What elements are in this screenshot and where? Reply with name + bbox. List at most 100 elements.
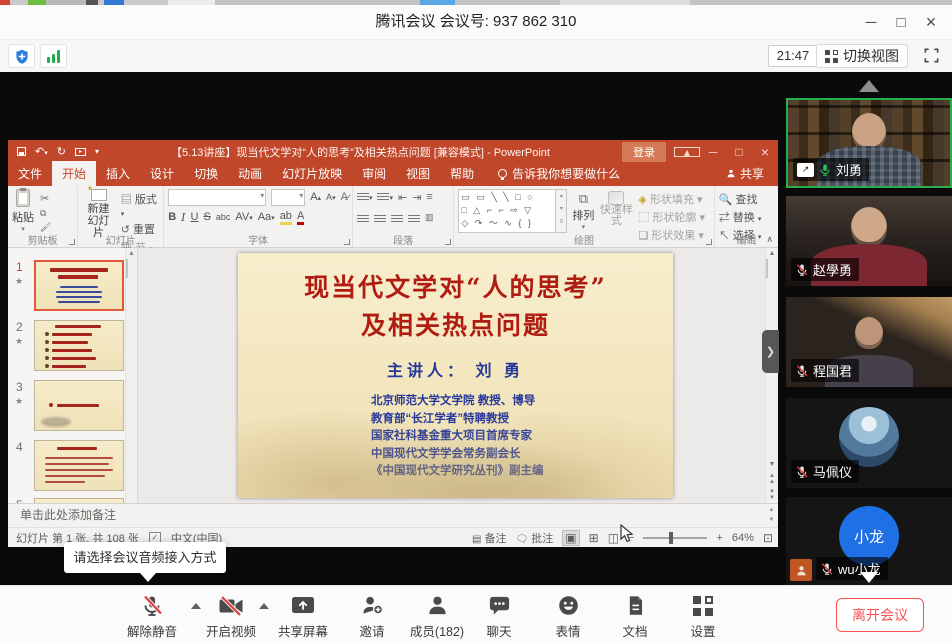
tab-help[interactable]: 帮助	[440, 161, 484, 186]
columns-icon[interactable]: ▥	[425, 212, 434, 223]
bullets-icon[interactable]: ▾	[357, 191, 373, 203]
ppt-close-button[interactable]: ×	[752, 144, 778, 160]
undo-icon[interactable]: ↶▾	[35, 145, 48, 158]
unmute-button[interactable]: 解除静音	[117, 593, 187, 640]
drawing-dialog-launcher[interactable]	[706, 239, 712, 245]
tab-home[interactable]: 开始	[52, 161, 96, 186]
scroll-down-icon[interactable]	[860, 572, 878, 583]
align-right-icon[interactable]	[391, 213, 403, 222]
notes-toggle[interactable]: ▤ 备注	[472, 530, 507, 546]
highlight-icon[interactable]: ab	[280, 210, 292, 225]
share-screen-button[interactable]: 共享屏幕	[268, 593, 338, 640]
redo-icon[interactable]: ↻	[57, 145, 66, 158]
maximize-button[interactable]: □	[886, 14, 916, 31]
paragraph-dialog-launcher[interactable]	[445, 239, 451, 245]
comments-toggle[interactable]: 🗨 批注	[516, 530, 554, 546]
collapse-ribbon-icon[interactable]: ∧	[766, 234, 773, 245]
underline-icon[interactable]: U	[191, 211, 199, 223]
font-name-combobox[interactable]	[168, 189, 266, 206]
notes-pane[interactable]: 单击此处添加备注 ▲▼	[8, 503, 778, 527]
notes-scrollbar[interactable]: ▲▼	[765, 505, 778, 525]
align-left-icon[interactable]	[357, 213, 369, 222]
tab-transitions[interactable]: 切换	[184, 161, 228, 186]
bold-icon[interactable]: B	[168, 211, 176, 223]
tab-design[interactable]: 设计	[140, 161, 184, 186]
font-color-icon[interactable]: A	[297, 210, 304, 225]
ribbon-display-options-icon[interactable]: ▴	[674, 147, 700, 157]
ppt-minimize-button[interactable]: ─	[700, 145, 726, 159]
strikethrough-icon[interactable]: S	[203, 211, 210, 223]
settings-button[interactable]: 设置	[668, 593, 738, 640]
participant-tile-zhaoxueyong[interactable]: 赵學勇	[786, 196, 952, 286]
invite-button[interactable]: 邀请	[337, 593, 407, 640]
scrollbar-thumb[interactable]	[766, 259, 768, 278]
participant-tile-liuyong[interactable]: ↗ 刘勇	[786, 98, 952, 188]
shape-fill-button[interactable]: ◈ 形状填充 ▾	[638, 191, 705, 207]
cut-icon[interactable]: ✂	[40, 192, 51, 205]
chat-button[interactable]: 聊天	[464, 593, 534, 640]
participant-tile-chengguojun[interactable]: 程国君	[786, 297, 952, 387]
next-slide-button[interactable]: ▼▼	[766, 487, 778, 503]
grow-font-icon[interactable]: A▴	[310, 191, 321, 203]
clear-formatting-icon[interactable]: A̷	[341, 191, 348, 203]
copy-icon[interactable]: ⧉	[40, 208, 51, 219]
normal-view-button[interactable]: ▣	[562, 530, 579, 546]
slide-canvas[interactable]: 现当代文学对“人的思考” 及相关热点问题 主讲人： 刘 勇 北京师范大学文学院 …	[238, 253, 673, 498]
tab-view[interactable]: 视图	[396, 161, 440, 186]
emoji-button[interactable]: 表情	[533, 593, 603, 640]
tab-animations[interactable]: 动画	[228, 161, 272, 186]
fullscreen-button[interactable]	[923, 47, 940, 69]
replace-button[interactable]: ⇄ 替换 ▾	[719, 209, 774, 225]
reading-view-button[interactable]: ◫	[608, 531, 619, 545]
tab-slideshow[interactable]: 幻灯片放映	[272, 161, 352, 186]
ppt-maximize-button[interactable]: □	[726, 145, 752, 159]
slide-sorter-view-button[interactable]: ⊞	[589, 531, 599, 545]
layout-button[interactable]: ▤ 版式 ▾	[121, 191, 159, 219]
tab-insert[interactable]: 插入	[96, 161, 140, 186]
line-spacing-icon[interactable]: ≡	[426, 191, 432, 203]
shapes-scrollbar[interactable]: ▴▾≡	[556, 189, 567, 233]
zoom-slider-thumb[interactable]	[669, 532, 673, 544]
scrollbar-thumb[interactable]	[126, 259, 128, 278]
find-button[interactable]: 🔍 查找	[719, 191, 774, 207]
network-status-button[interactable]	[40, 44, 67, 68]
justify-icon[interactable]	[408, 213, 420, 222]
leave-meeting-button[interactable]: 离开会议	[836, 598, 924, 632]
ppt-login-button[interactable]: 登录	[622, 142, 666, 162]
paste-button[interactable]: 粘贴▾	[12, 189, 34, 233]
thumbnails-scrollbar[interactable]: ▲	[125, 248, 137, 503]
zoom-in-button[interactable]: +	[716, 532, 722, 544]
shrink-font-icon[interactable]: A▾	[326, 192, 336, 202]
participant-tile-mapeiyi[interactable]: 马佩仪	[786, 398, 952, 488]
save-icon[interactable]	[17, 147, 26, 156]
start-video-button[interactable]: 开启视频	[196, 593, 266, 640]
previous-slide-button[interactable]: ▲▲	[766, 471, 778, 487]
italic-icon[interactable]: I	[181, 211, 185, 224]
minimize-button[interactable]: ─	[856, 14, 886, 31]
text-shadow-icon[interactable]: abc	[216, 212, 231, 222]
tell-me-box[interactable]: 告诉我你想要做什么	[498, 165, 620, 186]
ppt-share-button[interactable]: 共享	[712, 161, 778, 186]
slide-scrollbar[interactable]: ▲ ▼ ▲▲ ▼▼	[765, 248, 778, 503]
shape-outline-button[interactable]: ⬚ 形状轮廓 ▾	[638, 209, 705, 225]
scroll-up-icon[interactable]	[859, 80, 879, 92]
clipboard-dialog-launcher[interactable]	[69, 239, 75, 245]
switch-view-button[interactable]: 切换视图	[816, 44, 908, 68]
fit-to-window-icon[interactable]: ⊡	[763, 531, 773, 545]
decrease-indent-icon[interactable]: ⇤	[398, 191, 407, 204]
shapes-gallery[interactable]: ▭ ▭ ╲ ╲ □ ○□ △ ⌐ ⌐ ⇨ ▽◇ ↷ ～ ∿ { }	[458, 189, 556, 233]
font-dialog-launcher[interactable]	[344, 239, 350, 245]
align-center-icon[interactable]	[374, 213, 386, 222]
slideshow-icon[interactable]: ▸	[75, 148, 86, 156]
security-button[interactable]	[8, 44, 35, 68]
tab-file[interactable]: 文件	[8, 161, 52, 186]
members-button[interactable]: 成员(182)	[402, 593, 472, 640]
close-button[interactable]: ×	[916, 12, 946, 33]
font-size-combobox[interactable]	[271, 189, 305, 206]
zoom-slider[interactable]	[643, 537, 707, 539]
tab-review[interactable]: 审阅	[352, 161, 396, 186]
increase-indent-icon[interactable]: ⇥	[412, 191, 421, 204]
docs-button[interactable]: 文档	[600, 593, 670, 640]
collapse-sidebar-handle[interactable]: ❯	[762, 330, 779, 373]
char-spacing-icon[interactable]: AV▾	[235, 211, 252, 223]
